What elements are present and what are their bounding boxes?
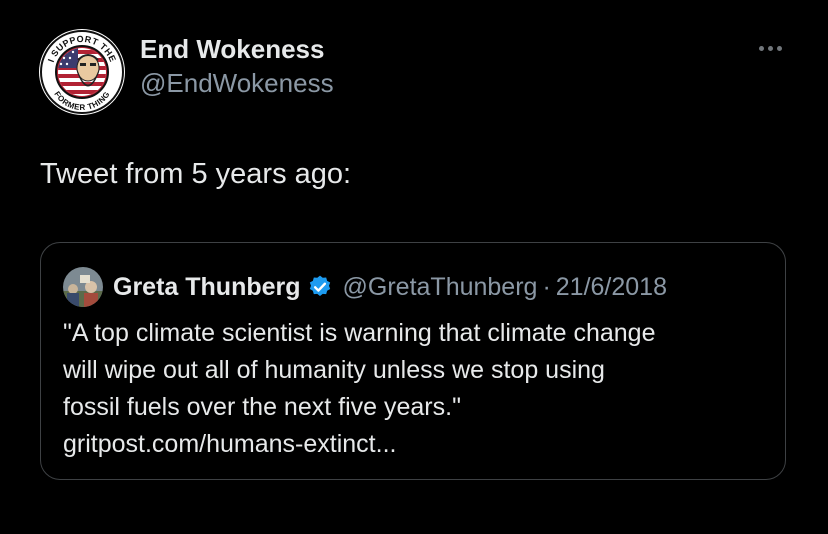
more-options-icon	[758, 45, 764, 51]
verified-badge-icon	[309, 275, 330, 296]
author-display-name[interactable]: End Wokeness	[140, 34, 334, 64]
author-avatar[interactable]: I SUPPORT THE FORMER THING	[38, 28, 126, 116]
tweet: I SUPPORT THE FORMER THING End Wokeness …	[0, 0, 828, 534]
quoted-tweet-line: "A top climate scientist is warning that…	[63, 319, 656, 347]
author-handle[interactable]: @EndWokeness	[140, 67, 334, 99]
quoted-tweet-header: Greta Thunberg @GretaThunberg · 21/6/201…	[63, 267, 667, 307]
quoted-tweet-line: fossil fuels over the next five years."	[63, 393, 461, 421]
quoted-tweet-line: will wipe out all of humanity unless we …	[63, 356, 605, 384]
author-info: End Wokeness @EndWokeness	[140, 34, 334, 99]
quoted-author-avatar[interactable]	[63, 267, 103, 307]
quoted-author-handle[interactable]: @GretaThunberg	[343, 273, 538, 302]
separator-dot: ·	[542, 272, 551, 301]
more-options-button[interactable]	[754, 36, 786, 60]
quoted-author-display-name[interactable]: Greta Thunberg	[113, 273, 301, 302]
tweet-text: Tweet from 5 years ago:	[40, 158, 352, 190]
quoted-tweet-date[interactable]: 21/6/2018	[556, 273, 667, 302]
more-options-icon	[767, 45, 773, 51]
quoted-tweet[interactable]: Greta Thunberg @GretaThunberg · 21/6/201…	[40, 242, 786, 480]
i-support-the-former-thing-badge-icon: I SUPPORT THE FORMER THING	[39, 29, 125, 115]
more-options-icon	[776, 45, 782, 51]
quoted-tweet-text: "A top climate scientist is warning that…	[63, 315, 773, 463]
greta-avatar-photo-icon	[63, 267, 103, 307]
quoted-tweet-link[interactable]: gritpost.com/humans-extinct...	[63, 426, 773, 463]
